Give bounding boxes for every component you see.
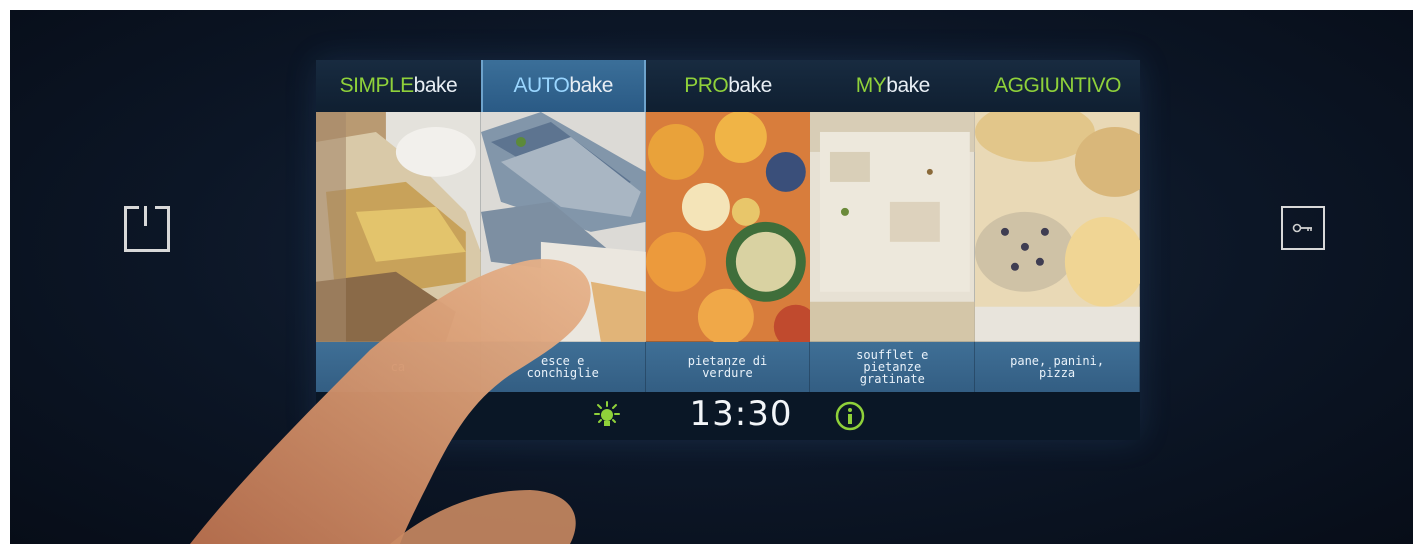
status-bar: 13:30 (316, 392, 1140, 440)
lightbulb-icon[interactable] (591, 400, 623, 432)
category-tile-souffle[interactable] (810, 112, 976, 342)
clock-display[interactable]: 13:30 (676, 394, 806, 434)
power-icon-stem (144, 206, 147, 226)
category-tile-cakes[interactable] (316, 112, 481, 342)
tab-label-prefix: AGGIUNTIVO (994, 74, 1122, 97)
fish-image (480, 112, 646, 342)
bread-image (975, 112, 1140, 342)
caption-vegetables[interactable]: pietanze di verdure (646, 342, 811, 392)
oven-control-panel: SIMPLE bake AUTO bake PRO bake MY bake AGGIU… (10, 10, 1413, 544)
tab-mybake[interactable]: MY bake (810, 60, 975, 112)
power-button[interactable] (124, 206, 170, 252)
category-tile-bread[interactable] (975, 112, 1140, 342)
category-captions: ca esce e conchiglie pietanze di verdure… (316, 342, 1140, 392)
info-icon[interactable] (834, 400, 866, 432)
tab-label-prefix: SIMPLE (339, 74, 415, 97)
souffle-image (810, 112, 976, 342)
program-tabs: SIMPLE bake AUTO bake PRO bake MY bake AGGIU… (316, 60, 1140, 112)
power-icon (139, 206, 155, 212)
touch-display: SIMPLE bake AUTO bake PRO bake MY bake AGGIU… (316, 60, 1140, 440)
key-lock-button[interactable] (1281, 206, 1325, 250)
cake-image (316, 112, 481, 342)
tab-autobake[interactable]: AUTO bake (480, 60, 646, 112)
tab-label-prefix: MY (855, 74, 887, 97)
tab-label-suffix: bake (569, 74, 613, 97)
caption-bread[interactable]: pane, panini, pizza (975, 342, 1140, 392)
category-tile-vegetables[interactable] (645, 112, 811, 342)
tab-probake[interactable]: PRO bake (646, 60, 811, 112)
vegetables-image (645, 112, 811, 342)
tab-label-prefix: AUTO (513, 74, 570, 97)
caption-souffle[interactable]: soufflet e pietanze gratinate (810, 342, 976, 392)
caption-cakes[interactable]: ca (316, 342, 481, 392)
tab-label-prefix: PRO (684, 74, 729, 97)
tab-label-suffix: bake (728, 74, 772, 97)
category-tile-fish[interactable] (480, 112, 646, 342)
category-tiles (316, 112, 1140, 342)
key-lock-icon (1292, 223, 1312, 233)
caption-fish[interactable]: esce e conchiglie (481, 342, 646, 392)
tab-simplebake[interactable]: SIMPLE bake (316, 60, 481, 112)
tab-label-suffix: bake (413, 74, 458, 97)
tab-aggiuntivo[interactable]: AGGIUNTIVO (975, 60, 1140, 112)
tab-label-suffix: bake (886, 74, 930, 97)
